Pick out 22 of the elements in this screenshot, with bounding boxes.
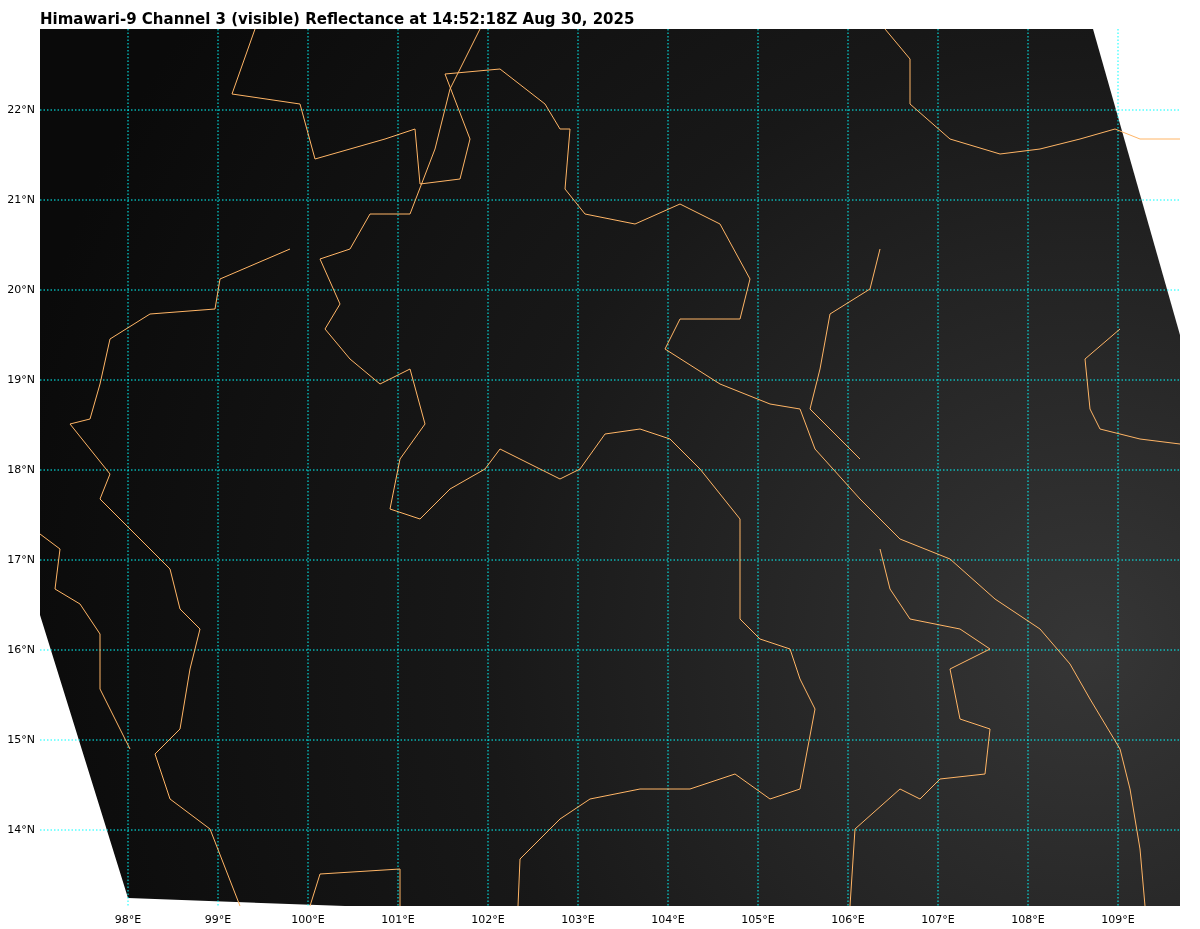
longitude-label: 104°E xyxy=(650,913,686,927)
latitude-label: 15°N xyxy=(7,733,35,747)
latitude-label: 22°N xyxy=(7,103,35,117)
longitude-label: 109°E xyxy=(1100,913,1136,927)
longitude-label: 102°E xyxy=(470,913,506,927)
longitude-label: 106°E xyxy=(830,913,866,927)
longitude-label: 100°E xyxy=(290,913,326,927)
latitude-label: 16°N xyxy=(7,643,35,657)
latitude-label: 19°N xyxy=(7,373,35,387)
longitude-label: 108°E xyxy=(1010,913,1046,927)
latitude-label: 21°N xyxy=(7,193,35,207)
longitude-label: 107°E xyxy=(920,913,956,927)
latitude-label: 17°N xyxy=(7,553,35,567)
latitude-label: 14°N xyxy=(7,823,35,837)
longitude-label: 99°E xyxy=(203,913,233,927)
longitude-label: 98°E xyxy=(113,913,143,927)
latitude-label: 18°N xyxy=(7,463,35,477)
latitude-label: 20°N xyxy=(7,283,35,297)
longitude-label: 103°E xyxy=(560,913,596,927)
longitude-label: 105°E xyxy=(740,913,776,927)
map-title: Himawari-9 Channel 3 (visible) Reflectance at 14:52:18Z Aug 30, 2025 xyxy=(40,9,635,29)
longitude-label: 101°E xyxy=(380,913,416,927)
